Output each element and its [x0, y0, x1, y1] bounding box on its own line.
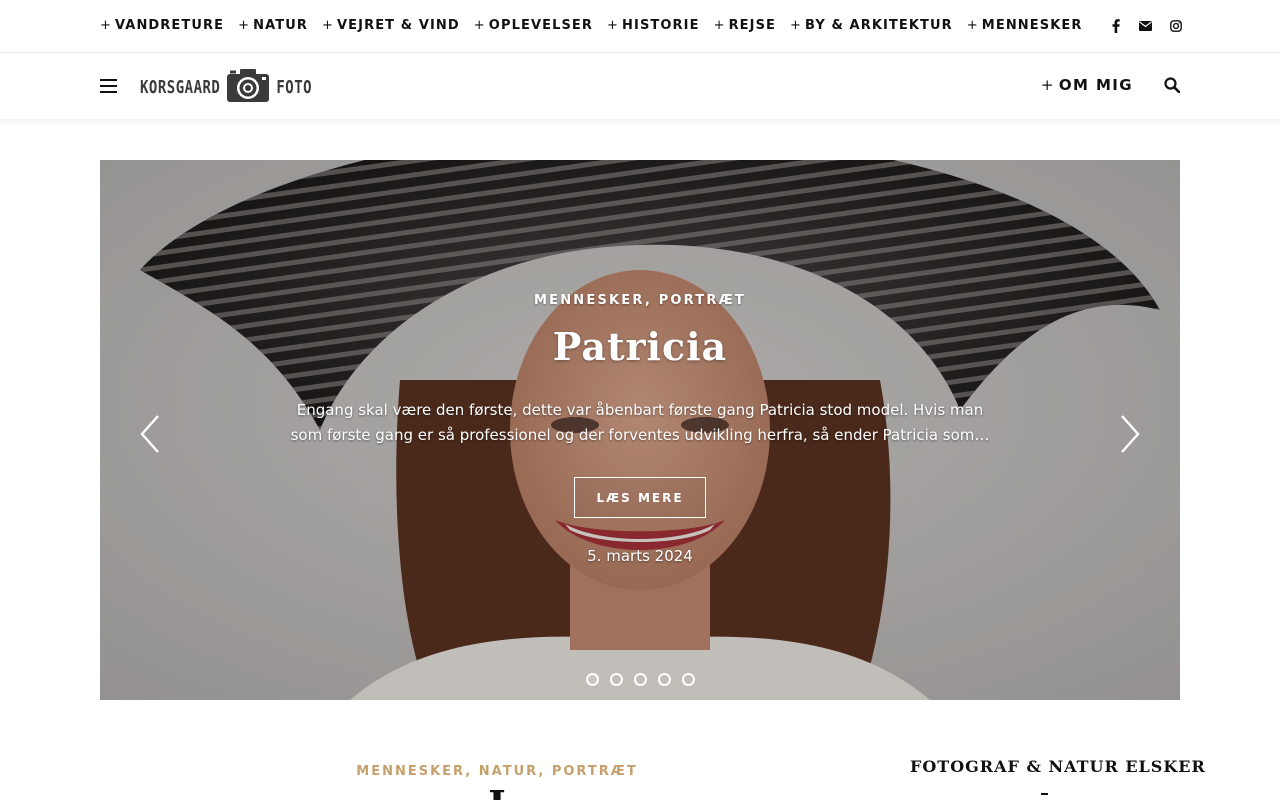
nav-item-label: HISTORIE	[622, 18, 700, 33]
facebook-icon[interactable]	[1109, 19, 1122, 33]
nav-item-label: REJSE	[728, 18, 777, 33]
slide-excerpt: Engang skal være den første, dette var å…	[290, 401, 990, 444]
social-links	[1109, 19, 1182, 33]
nav-item-mennesker[interactable]: + MENNESKER	[967, 18, 1083, 33]
read-more-button[interactable]: LÆS MERE	[574, 477, 706, 518]
nav-item-label: NATUR	[253, 18, 308, 33]
nav-item-historie[interactable]: + HISTORIE	[607, 18, 700, 33]
nav-item-vejret-vind[interactable]: + VEJRET & VIND	[322, 18, 460, 33]
sidebar-widget-title: FOTOGRAF & NATUR ELSKER	[910, 757, 1206, 776]
featured-slider: MENNESKER, PORTRÆT Patricia Engang skal …	[100, 160, 1180, 700]
nav-item-vandreture[interactable]: + VANDRETURE	[100, 18, 224, 33]
nav-item-label: VANDRETURE	[115, 18, 225, 33]
nav-item-label: MENNESKER	[981, 18, 1083, 33]
slide-categories[interactable]: MENNESKER, PORTRÆT	[100, 293, 1180, 308]
post-title[interactable]: I	[290, 782, 704, 800]
slider-pagination	[100, 673, 1180, 686]
camera-icon	[226, 69, 270, 107]
site-logo[interactable]: KORSGAARD FOTO	[140, 69, 313, 107]
widget-divider	[1041, 793, 1048, 795]
nav-item-label: BY & ARKITEKTUR	[805, 18, 953, 33]
envelope-icon[interactable]	[1139, 19, 1152, 33]
logo-text-left: KORSGAARD	[140, 78, 221, 98]
nav-item-by-arkitektur[interactable]: + BY & ARKITEKTUR	[790, 18, 953, 33]
slider-dot[interactable]	[585, 673, 599, 686]
nav-item-rejse[interactable]: + REJSE	[714, 18, 776, 33]
site-header: KORSGAARD FOTO + OM MIG	[0, 53, 1280, 119]
search-icon[interactable]	[1164, 77, 1181, 94]
post-categories[interactable]: MENNESKER, NATUR, PORTRÆT	[290, 764, 704, 779]
menu-icon[interactable]	[100, 79, 117, 93]
top-category-nav: + VANDRETURE + NATUR + VEJRET & VIND + OPLEV…	[100, 18, 1082, 33]
top-navigation-bar: + VANDRETURE + NATUR + VEJRET & VIND + OPLEV…	[0, 0, 1280, 53]
slider-dot[interactable]	[633, 673, 647, 686]
nav-item-natur[interactable]: + NATUR	[238, 18, 308, 33]
slider-dot[interactable]	[609, 673, 623, 686]
about-link[interactable]: + OM MIG	[1041, 76, 1133, 94]
slider-dot[interactable]	[657, 673, 671, 686]
about-link-label: OM MIG	[1058, 76, 1133, 94]
slider-dot[interactable]	[681, 673, 695, 686]
logo-text-right: FOTO	[276, 78, 313, 98]
slide-title[interactable]: Patricia	[100, 324, 1180, 369]
nav-item-label: OPLEVELSER	[488, 18, 594, 33]
slide-date: 5. marts 2024	[587, 547, 693, 565]
chevron-left-icon[interactable]	[138, 414, 162, 454]
instagram-icon[interactable]	[1169, 19, 1182, 33]
nav-item-oplevelser[interactable]: + OPLEVELSER	[474, 18, 593, 33]
nav-item-label: VEJRET & VIND	[337, 18, 460, 33]
chevron-right-icon[interactable]	[1118, 414, 1142, 454]
slide-content: MENNESKER, PORTRÆT Patricia Engang skal …	[100, 160, 1180, 700]
